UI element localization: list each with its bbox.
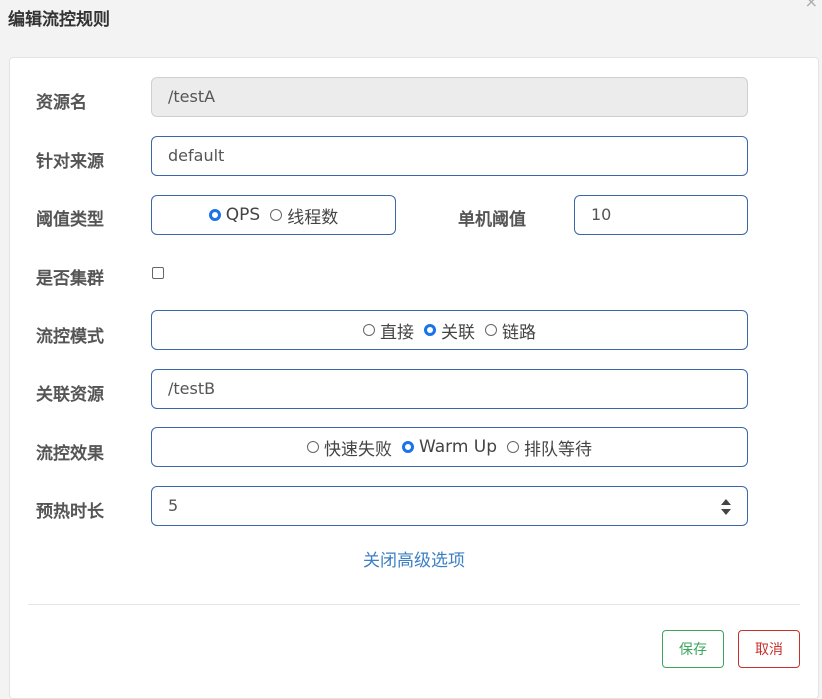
cluster-label: 是否集群	[36, 269, 104, 289]
option-label: QPS	[225, 205, 261, 225]
control-effect-label: 流控效果	[36, 444, 104, 464]
control-effect-fast-fail[interactable]: 快速失败	[306, 435, 392, 460]
resource-label: 资源名	[36, 93, 87, 113]
close-icon[interactable]: ×	[805, 0, 818, 11]
cluster-checkbox[interactable]	[152, 267, 164, 279]
option-label: Warm Up	[418, 437, 498, 457]
option-label: 排队等待	[524, 439, 593, 460]
radio-checked-icon[interactable]	[401, 441, 414, 453]
control-effect-queue[interactable]: 排队等待	[507, 435, 592, 460]
control-mode-group: 直接 关联 链路	[151, 310, 748, 350]
divider	[28, 604, 800, 605]
control-mode-direct[interactable]: 直接	[363, 318, 414, 343]
warmup-time-label: 预热时长	[36, 502, 104, 522]
option-label: 快速失败	[323, 439, 392, 460]
threshold-type-group: QPS 线程数	[151, 195, 396, 235]
single-threshold-input[interactable]: 10	[574, 195, 748, 235]
radio-unchecked-icon[interactable]	[507, 441, 520, 453]
save-button[interactable]: 保存	[662, 630, 724, 668]
control-mode-related[interactable]: 关联	[424, 318, 475, 343]
control-mode-label: 流控模式	[36, 327, 104, 347]
radio-checked-icon[interactable]	[424, 324, 436, 336]
radio-unchecked-icon[interactable]	[270, 209, 283, 221]
related-resource-label: 关联资源	[36, 385, 104, 405]
dialog-title: 编辑流控规则	[8, 10, 110, 30]
control-effect-group: 快速失败 Warm Up 排队等待	[151, 427, 748, 467]
warmup-time-value: 5	[168, 496, 179, 515]
radio-unchecked-icon[interactable]	[363, 324, 375, 336]
source-input[interactable]: default	[151, 136, 748, 176]
radio-checked-icon[interactable]	[208, 209, 221, 221]
source-label: 针对来源	[36, 152, 104, 172]
dialog-body: 资源名 /testA 针对来源 default 阈值类型 QPS 线程数 单机阈…	[9, 57, 819, 699]
number-spinner-icon[interactable]	[721, 499, 731, 515]
related-resource-input[interactable]: /testB	[151, 369, 748, 409]
option-label: 直接	[380, 322, 414, 343]
warmup-time-input[interactable]: 5	[151, 486, 748, 526]
single-threshold-label: 单机阈值	[458, 210, 526, 230]
option-label: 链路	[502, 322, 536, 343]
threshold-type-threads[interactable]: 线程数	[270, 203, 338, 228]
radio-unchecked-icon[interactable]	[306, 441, 319, 453]
toggle-advanced-link[interactable]: 关闭高级选项	[10, 546, 818, 571]
option-label: 关联	[441, 322, 475, 343]
cancel-button[interactable]: 取消	[738, 630, 800, 668]
threshold-type-label: 阈值类型	[36, 210, 104, 230]
radio-unchecked-icon[interactable]	[485, 324, 497, 336]
control-mode-chain[interactable]: 链路	[485, 318, 536, 343]
threshold-type-qps[interactable]: QPS	[208, 205, 261, 225]
resource-input: /testA	[151, 77, 748, 117]
control-effect-warm-up[interactable]: Warm Up	[401, 437, 498, 457]
option-label: 线程数	[287, 207, 339, 228]
